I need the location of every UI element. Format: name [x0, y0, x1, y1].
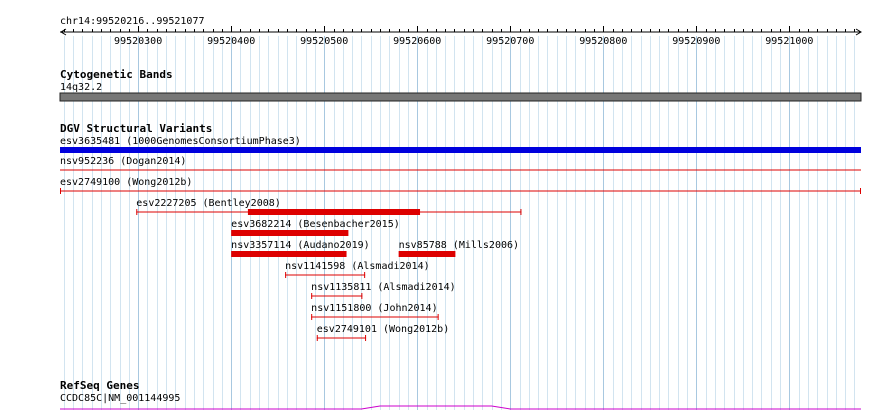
- dgv-feature-esv2749101[interactable]: esv2749101 (Wong2012b): [316, 324, 449, 341]
- feature-label: esv3682214 (Besenbacher2015): [231, 219, 400, 230]
- dgv-feature-esv3635481[interactable]: esv3635481 (1000GenomesConsortiumPhase3): [60, 136, 861, 153]
- ruler-tick-label: 99520700: [486, 36, 534, 47]
- dgv-feature-esv3682214[interactable]: esv3682214 (Besenbacher2015): [231, 219, 400, 236]
- track-cytogenetic-bands: Cytogenetic Bands 14q32.2: [59, 68, 862, 102]
- track-refseq-genes: RefSeq Genes CCDC85C|NM_001144995: [60, 379, 861, 410]
- ruler-tick-label: 99520800: [579, 36, 627, 47]
- refseq-track-title: RefSeq Genes: [60, 379, 139, 392]
- feature-bar: [398, 251, 456, 257]
- ruler-tick-label: 99520500: [300, 36, 348, 47]
- ruler-tick-label: 99521000: [765, 36, 813, 47]
- dgv-feature-nsv85788[interactable]: nsv85788 (Mills2006): [398, 240, 519, 257]
- feature-label: nsv3357114 (Audano2019): [231, 240, 369, 251]
- feature-label: esv2749100 (Wong2012b): [60, 177, 192, 188]
- feature-bar: [60, 147, 861, 153]
- feature-core-bar: [247, 209, 421, 215]
- dgv-feature-nsv3357114[interactable]: nsv3357114 (Audano2019): [231, 240, 370, 257]
- dgv-feature-nsv1151800[interactable]: nsv1151800 (John2014): [311, 303, 439, 320]
- gene-model-line[interactable]: [60, 405, 861, 410]
- ruler-tick-label: 99520400: [207, 36, 255, 47]
- genome-browser-view[interactable]: chr14:99520216..99521077 99520300 9952040…: [0, 0, 890, 419]
- track-dgv-structural-variants: DGV Structural Variants esv3635481 (1000…: [60, 122, 861, 341]
- feature-label: esv2749101 (Wong2012b): [317, 324, 449, 335]
- cyto-band-bar[interactable]: [59, 92, 862, 102]
- dgv-feature-nsv952236[interactable]: nsv952236 (Dogan2014): [60, 156, 861, 171]
- ruler-tick-label: 99520900: [672, 36, 720, 47]
- feature-label: nsv85788 (Mills2006): [399, 240, 519, 251]
- ruler-ticks: 99520300 99520400 99520500 99520600 99520700…: [64, 26, 855, 47]
- dgv-feature-nsv1141598[interactable]: nsv1141598 (Alsmadi2014): [285, 261, 430, 278]
- vertical-gridlines: [64, 36, 855, 410]
- feature-bar: [231, 230, 349, 236]
- refseq-gene-label: CCDC85C|NM_001144995: [60, 393, 180, 404]
- dgv-feature-esv2227205[interactable]: esv2227205 (Bentley2008): [136, 198, 522, 215]
- dgv-feature-esv2749100[interactable]: esv2749100 (Wong2012b): [60, 177, 861, 194]
- cyto-band-label: 14q32.2: [60, 82, 102, 93]
- region-label: chr14:99520216..99521077: [60, 16, 205, 27]
- ruler-tick-label: 99520300: [114, 36, 162, 47]
- dgv-feature-nsv1135811[interactable]: nsv1135811 (Alsmadi2014): [311, 282, 456, 299]
- dgv-track-title: DGV Structural Variants: [60, 122, 212, 135]
- feature-label: nsv1135811 (Alsmadi2014): [311, 282, 456, 293]
- ruler: chr14:99520216..99521077 99520300 9952040…: [60, 16, 862, 47]
- ruler-tick-label: 99520600: [393, 36, 441, 47]
- dgv-features: esv3635481 (1000GenomesConsortiumPhase3)…: [60, 136, 861, 341]
- feature-label: esv3635481 (1000GenomesConsortiumPhase3): [60, 136, 301, 147]
- cyto-track-title: Cytogenetic Bands: [60, 68, 173, 81]
- feature-bar: [231, 251, 347, 257]
- feature-label: esv2227205 (Bentley2008): [136, 198, 280, 209]
- feature-label: nsv1151800 (John2014): [311, 303, 437, 314]
- feature-label: nsv952236 (Dogan2014): [60, 156, 186, 167]
- feature-label: nsv1141598 (Alsmadi2014): [285, 261, 430, 272]
